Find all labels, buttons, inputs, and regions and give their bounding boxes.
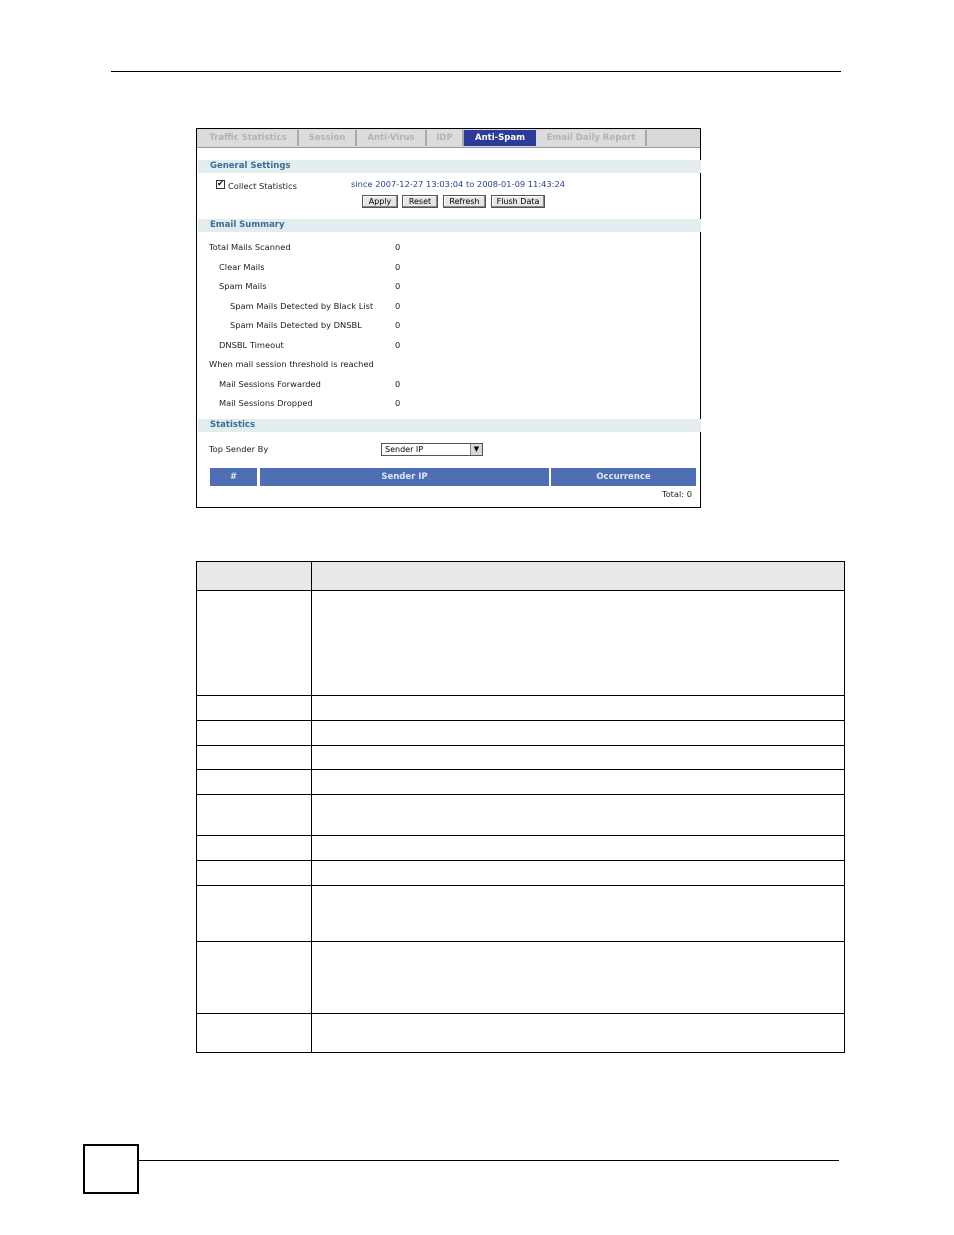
chevron-down-icon[interactable]: ▼ (470, 444, 482, 455)
reset-button[interactable]: Reset (402, 195, 438, 208)
tab-idp[interactable]: IDP (427, 130, 464, 146)
tab-email-daily-report[interactable]: Email Daily Report (537, 130, 647, 146)
tab-anti-spam[interactable]: Anti-Spam (464, 130, 536, 146)
spam-mails-value: 0 (395, 281, 401, 291)
flush-data-button[interactable]: Flush Data (491, 195, 545, 208)
refresh-button[interactable]: Refresh (443, 195, 486, 208)
table-row-divider (197, 1013, 844, 1014)
tab-anti-virus[interactable]: Anti-Virus (357, 130, 427, 146)
general-settings-header: General Settings (198, 160, 701, 173)
dnsbl-timeout-label: DNSBL Timeout (219, 340, 284, 350)
check-icon: ✔ (217, 179, 224, 188)
collect-statistics-checkbox[interactable]: ✔ (216, 180, 225, 189)
statistics-header: Statistics (198, 419, 701, 432)
table-header-row (197, 562, 844, 591)
apply-button[interactable]: Apply (362, 195, 398, 208)
sessions-forwarded-label: Mail Sessions Forwarded (219, 379, 321, 389)
column-header-number[interactable]: # (210, 468, 259, 486)
spam-dnsbl-value: 0 (395, 320, 401, 330)
anti-spam-screen: Traffic Statistics Session Anti-Virus ID… (196, 128, 701, 508)
tab-traffic-statistics[interactable]: Traffic Statistics (199, 130, 299, 146)
table-row-divider (197, 769, 844, 770)
total-mails-scanned-value: 0 (395, 242, 401, 252)
sessions-dropped-label: Mail Sessions Dropped (219, 398, 313, 408)
total-mails-scanned-label: Total Mails Scanned (209, 242, 291, 252)
table-row-divider (197, 695, 844, 696)
table-row-divider (197, 794, 844, 795)
statistics-range-text: since 2007-12-27 13:03:04 to 2008-01-09 … (351, 179, 566, 189)
table-row-divider (197, 885, 844, 886)
column-header-sender-ip[interactable]: Sender IP (260, 468, 551, 486)
table-row-divider (197, 941, 844, 942)
spam-mails-label: Spam Mails (219, 281, 267, 291)
table-row-divider (197, 860, 844, 861)
table-row-divider (197, 745, 844, 746)
threshold-label: When mail session threshold is reached (209, 359, 374, 369)
column-divider (311, 562, 312, 1052)
tab-bar: Traffic Statistics Session Anti-Virus ID… (197, 129, 700, 148)
email-summary-header: Email Summary (198, 219, 701, 232)
clear-mails-value: 0 (395, 262, 401, 272)
sessions-forwarded-value: 0 (395, 379, 401, 389)
clear-mails-label: Clear Mails (219, 262, 265, 272)
page-number-box (83, 1144, 139, 1194)
footer-rule (139, 1160, 839, 1161)
spam-black-list-label: Spam Mails Detected by Black List (230, 301, 374, 311)
table-row-divider (197, 835, 844, 836)
sessions-dropped-value: 0 (395, 398, 401, 408)
top-sender-selected: Sender IP (385, 445, 424, 454)
collect-statistics-label: Collect Statistics (228, 181, 297, 191)
spam-dnsbl-label: Spam Mails Detected by DNSBL (230, 320, 362, 330)
spam-black-list-value: 0 (395, 301, 401, 311)
tab-session[interactable]: Session (299, 130, 357, 146)
header-rule (111, 71, 841, 72)
table-row-divider (197, 720, 844, 721)
top-sender-select[interactable]: Sender IP ▼ (381, 443, 483, 456)
total-count: Total: 0 (661, 489, 692, 499)
top-sender-by-label: Top Sender By (209, 444, 269, 454)
column-header-occurrence[interactable]: Occurrence (551, 468, 696, 486)
dnsbl-timeout-value: 0 (395, 340, 401, 350)
field-description-table (196, 561, 845, 1053)
